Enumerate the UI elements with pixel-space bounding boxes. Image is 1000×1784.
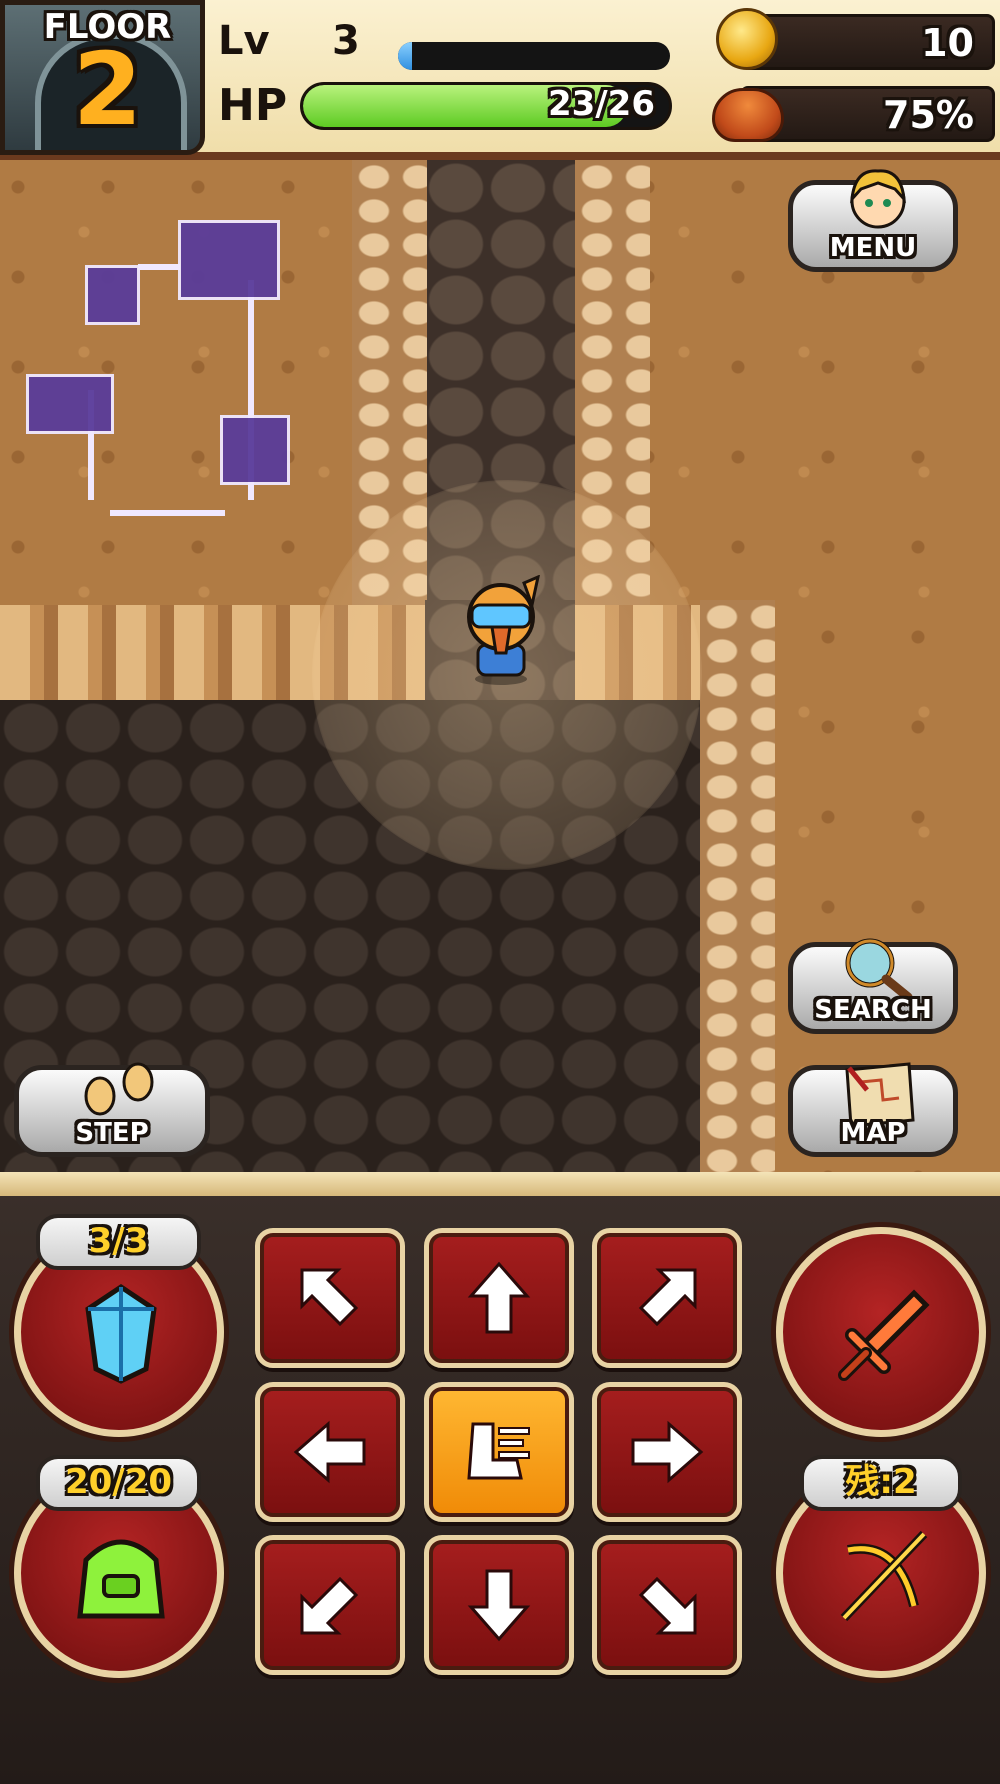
level-label: Lv — [218, 18, 270, 64]
arrow-up-icon — [467, 1261, 531, 1334]
bread-icon — [712, 88, 784, 142]
minimap-room — [178, 220, 280, 300]
exp-bar-fill — [398, 42, 412, 70]
arrow-down-icon — [467, 1569, 531, 1642]
minimap-room — [26, 374, 114, 434]
menu-button[interactable]: MENU — [788, 169, 958, 272]
arrow-right-icon — [631, 1420, 704, 1484]
attack-button[interactable] — [776, 1227, 986, 1437]
arrow-down-right-icon — [638, 1576, 697, 1635]
minimap-room — [85, 265, 140, 325]
floor-number: 2 — [72, 31, 143, 148]
backpack-icon — [77, 1539, 165, 1619]
crystal-count: 3/3 — [36, 1214, 201, 1270]
arrow-up-left-icon — [300, 1268, 359, 1327]
search-label: SEARCH — [814, 995, 932, 1025]
exp-bar — [398, 42, 670, 70]
arrow-left-icon — [293, 1420, 366, 1484]
gold-value: 10 — [921, 21, 974, 65]
bow-arrow-icon — [840, 1530, 928, 1622]
hero-character — [467, 575, 540, 685]
move-down-right-button[interactable] — [592, 1535, 742, 1675]
satiety-value: 75% — [883, 93, 974, 137]
hp-label: HP — [218, 80, 288, 131]
dash-boot-icon — [467, 1422, 530, 1480]
character-portrait-icon — [850, 169, 906, 229]
move-down-button[interactable] — [424, 1535, 574, 1675]
step-button[interactable]: STEP — [14, 1062, 210, 1157]
step-label: STEP — [75, 1118, 149, 1148]
move-up-button[interactable] — [424, 1228, 574, 1368]
search-button[interactable]: SEARCH — [788, 938, 958, 1034]
gold-panel: 10 — [740, 14, 995, 70]
crystal-icon — [85, 1283, 157, 1384]
wait-turn-button[interactable] — [424, 1382, 574, 1522]
hp-value: 23/26 — [547, 84, 655, 124]
minimap-corridor — [110, 510, 225, 516]
minimap-room — [220, 415, 290, 485]
map-button[interactable]: MAP — [788, 1062, 958, 1157]
move-right-button[interactable] — [592, 1382, 742, 1522]
status-hud: FLOOR 2 Lv 3 HP 23/26 10 75% — [0, 0, 1000, 160]
level-value: 3 — [332, 18, 360, 64]
move-up-left-button[interactable] — [255, 1228, 405, 1368]
move-down-left-button[interactable] — [255, 1535, 405, 1675]
arrow-count: 残:2 — [800, 1455, 962, 1511]
floor-badge: FLOOR 2 — [0, 0, 205, 155]
rock-wall-room — [700, 600, 775, 1180]
menu-label: MENU — [829, 233, 917, 263]
coin-icon — [716, 8, 778, 70]
dungeon-view[interactable]: MENU SEARCH MAP STEP — [0, 160, 1000, 1180]
move-left-button[interactable] — [255, 1382, 405, 1522]
control-panel-trim — [0, 1172, 1000, 1196]
move-up-right-button[interactable] — [592, 1228, 742, 1368]
footprints-icon — [84, 1062, 154, 1116]
bag-count: 20/20 — [36, 1455, 201, 1511]
arrow-up-right-icon — [638, 1268, 697, 1327]
sword-icon — [838, 1289, 930, 1381]
minimap-corridor — [138, 264, 180, 270]
map-label: MAP — [840, 1118, 906, 1148]
arrow-down-left-icon — [300, 1576, 359, 1635]
